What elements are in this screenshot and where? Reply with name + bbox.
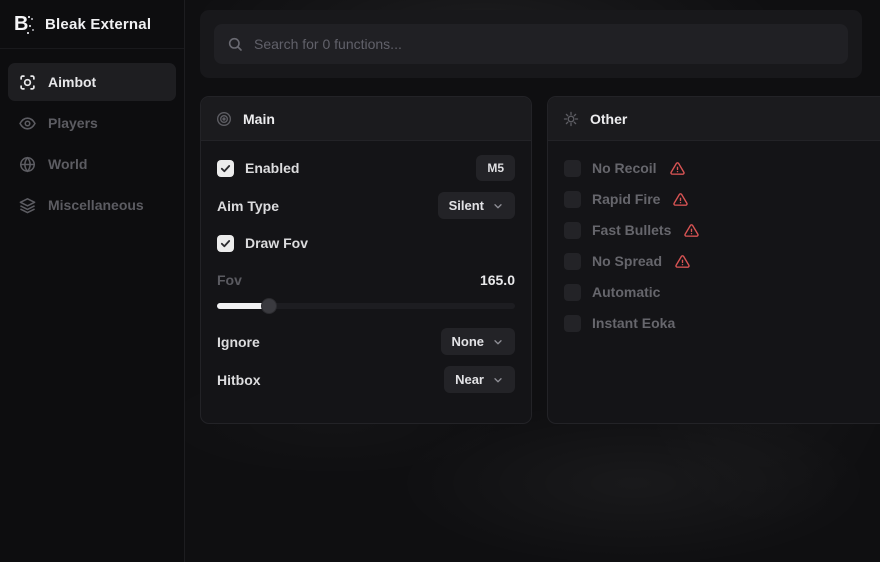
search-container: [200, 10, 862, 78]
ignore-value: None: [452, 334, 485, 349]
no-recoil-label: No Recoil: [592, 160, 657, 176]
target-icon: [216, 111, 232, 127]
other-panel: Other No Recoil Rapid Fire: [547, 96, 880, 424]
layers-icon: [19, 197, 36, 214]
sidebar: B Bleak External Aimbot: [0, 0, 185, 562]
rapid-fire-label: Rapid Fire: [592, 191, 660, 207]
aim-type-row: Aim Type Silent: [217, 192, 515, 219]
ignore-label: Ignore: [217, 334, 260, 350]
rapid-fire-checkbox[interactable]: [564, 191, 581, 208]
warning-triangle-icon: [673, 192, 688, 207]
main-panel-title: Main: [243, 111, 275, 127]
no-recoil-checkbox[interactable]: [564, 160, 581, 177]
gear-icon: [563, 111, 579, 127]
main-panel-body: Enabled M5 Aim Type Silent: [201, 141, 531, 407]
crosshair-scan-icon: [19, 74, 36, 91]
enabled-keybind-button[interactable]: M5: [476, 155, 515, 181]
aim-type-value: Silent: [449, 198, 484, 213]
main-panel: Main Enabled M5 Aim Type: [200, 96, 532, 424]
fov-slider[interactable]: [217, 299, 515, 313]
draw-fov-label: Draw Fov: [245, 235, 308, 251]
enabled-row: Enabled M5: [217, 155, 515, 181]
option-row-no-spread: No Spread: [564, 248, 880, 274]
sidebar-item-label: Aimbot: [48, 74, 96, 90]
option-row-instant-eoka: Instant Eoka: [564, 310, 880, 336]
no-spread-label: No Spread: [592, 253, 662, 269]
chevron-down-icon: [492, 336, 504, 348]
brand: B Bleak External: [0, 0, 184, 49]
fov-slider-thumb[interactable]: [262, 299, 276, 313]
automatic-checkbox[interactable]: [564, 284, 581, 301]
warning-triangle-icon: [670, 161, 685, 176]
ignore-select[interactable]: None: [441, 328, 516, 355]
other-panel-title: Other: [590, 111, 627, 127]
sidebar-item-players[interactable]: Players: [8, 104, 176, 142]
ignore-row: Ignore None: [217, 328, 515, 355]
option-row-no-recoil: No Recoil: [564, 155, 880, 181]
fov-row: Fov 165.0: [217, 267, 515, 293]
search-icon: [227, 36, 243, 52]
enabled-label: Enabled: [245, 160, 299, 176]
main-panel-header: Main: [201, 97, 531, 141]
sidebar-item-world[interactable]: World: [8, 145, 176, 183]
draw-fov-checkbox[interactable]: [217, 235, 234, 252]
eye-icon: [19, 115, 36, 132]
instant-eoka-label: Instant Eoka: [592, 315, 675, 331]
globe-icon: [19, 156, 36, 173]
sidebar-item-label: World: [48, 156, 87, 172]
hitbox-label: Hitbox: [217, 372, 261, 388]
search-box[interactable]: [214, 24, 848, 64]
option-row-rapid-fire: Rapid Fire: [564, 186, 880, 212]
content-area: Main Enabled M5 Aim Type: [185, 0, 880, 562]
app-title: Bleak External: [45, 16, 151, 33]
other-panel-body: No Recoil Rapid Fire F: [548, 141, 880, 355]
fast-bullets-checkbox[interactable]: [564, 222, 581, 239]
no-spread-checkbox[interactable]: [564, 253, 581, 270]
hitbox-value: Near: [455, 372, 484, 387]
sidebar-item-aimbot[interactable]: Aimbot: [8, 63, 176, 101]
search-input[interactable]: [254, 36, 835, 52]
warning-triangle-icon: [684, 223, 699, 238]
option-row-fast-bullets: Fast Bullets: [564, 217, 880, 243]
chevron-down-icon: [492, 200, 504, 212]
chevron-down-icon: [492, 374, 504, 386]
sidebar-item-miscellaneous[interactable]: Miscellaneous: [8, 186, 176, 224]
fov-label: Fov: [217, 272, 242, 288]
panels-row: Main Enabled M5 Aim Type: [200, 96, 880, 424]
aim-type-select[interactable]: Silent: [438, 192, 515, 219]
enabled-checkbox[interactable]: [217, 160, 234, 177]
app-logo-icon: B: [14, 13, 34, 35]
sidebar-nav: Aimbot Players: [0, 49, 184, 227]
option-row-automatic: Automatic: [564, 279, 880, 305]
hitbox-select[interactable]: Near: [444, 366, 515, 393]
app-window: B Bleak External Aimbot: [0, 0, 880, 562]
fast-bullets-label: Fast Bullets: [592, 222, 671, 238]
sidebar-item-label: Miscellaneous: [48, 197, 144, 213]
hitbox-row: Hitbox Near: [217, 366, 515, 393]
automatic-label: Automatic: [592, 284, 660, 300]
fov-value: 165.0: [480, 272, 515, 288]
instant-eoka-checkbox[interactable]: [564, 315, 581, 332]
aim-type-label: Aim Type: [217, 198, 279, 214]
draw-fov-row: Draw Fov: [217, 230, 515, 256]
sidebar-item-label: Players: [48, 115, 98, 131]
other-panel-header: Other: [548, 97, 880, 141]
warning-triangle-icon: [675, 254, 690, 269]
